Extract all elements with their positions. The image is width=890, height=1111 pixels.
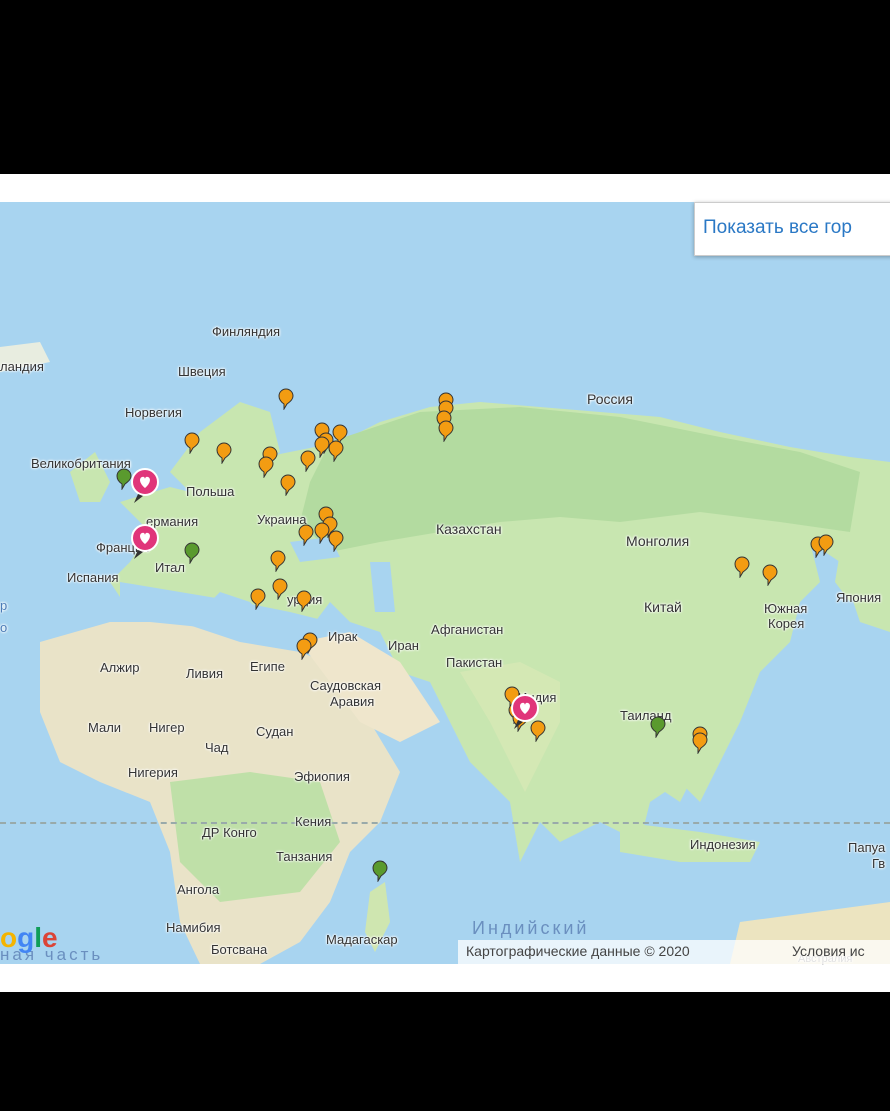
map-landmass — [0, 342, 890, 964]
equator-line — [0, 822, 890, 824]
city-marker[interactable] — [328, 440, 344, 463]
show-all-cities-label: Показать все гор — [703, 217, 852, 238]
city-marker[interactable] — [216, 442, 232, 465]
label-saudi-2: Аравия — [330, 694, 375, 709]
label-indian-ocean: Индийский — [472, 918, 590, 938]
label-mali: Мали — [88, 720, 122, 735]
label-papua-1: Папуа — [848, 840, 886, 855]
show-all-cities-button[interactable]: Показать все гор — [694, 202, 890, 256]
label-niger: Нигер — [149, 720, 185, 735]
label-left-edge-1: р — [0, 598, 8, 613]
label-china: Китай — [644, 599, 682, 615]
label-ethiopia: Эфиопия — [294, 769, 350, 784]
label-drc: ДР Конго — [202, 825, 257, 840]
label-iran: Иран — [388, 638, 419, 653]
city-marker[interactable] — [328, 530, 344, 553]
city-marker[interactable] — [762, 564, 778, 587]
label-japan: Япония — [836, 590, 882, 605]
label-algeria: Алжир — [100, 660, 140, 675]
city-marker[interactable] — [250, 588, 266, 611]
map-footer: Картографические данные © 2020 Условия и… — [458, 940, 890, 964]
label-afghanistan: Афганистан — [431, 622, 504, 637]
city-marker[interactable] — [314, 436, 330, 459]
label-kazakhstan: Казахстан — [436, 521, 502, 537]
label-mongolia: Монголия — [626, 533, 690, 549]
label-italy: Итал — [155, 560, 185, 575]
city-marker-green[interactable] — [184, 542, 200, 565]
label-libya: Ливия — [186, 666, 224, 681]
label-madagascar: Мадагаскар — [326, 932, 398, 947]
label-pakistan: Пакистан — [446, 655, 503, 670]
label-kenya: Кения — [295, 814, 332, 829]
city-marker-green[interactable] — [372, 860, 388, 883]
city-marker[interactable] — [692, 732, 708, 755]
city-marker[interactable] — [734, 556, 750, 579]
google-logo: ogle — [0, 922, 58, 953]
label-papua-2: Гв — [872, 856, 886, 871]
favorite-city-marker[interactable] — [130, 468, 160, 504]
label-poland: Польша — [186, 484, 235, 499]
label-indonesia: Индонезия — [690, 837, 756, 852]
city-marker[interactable] — [298, 524, 314, 547]
label-saudi-1: Саудовская — [310, 678, 382, 693]
city-marker[interactable] — [280, 474, 296, 497]
label-russia: Россия — [587, 391, 633, 407]
city-marker[interactable] — [272, 578, 288, 601]
label-sweden: Швеция — [178, 364, 226, 379]
favorite-city-marker[interactable] — [130, 524, 160, 560]
label-spain: Испания — [67, 570, 119, 585]
label-angola: Ангола — [177, 882, 220, 897]
city-marker[interactable] — [438, 420, 454, 443]
city-marker[interactable] — [184, 432, 200, 455]
label-botswana: Ботсвана — [211, 942, 268, 957]
label-sudan: Судан — [256, 724, 294, 739]
city-marker[interactable] — [258, 456, 274, 479]
label-finland: Финляндия — [212, 324, 281, 339]
city-marker[interactable] — [818, 534, 834, 557]
city-marker[interactable] — [296, 590, 312, 613]
label-norway: Норвегия — [125, 405, 182, 420]
world-map[interactable] — [0, 202, 890, 964]
label-iraq: Ирак — [328, 629, 358, 644]
city-marker[interactable] — [270, 550, 286, 573]
label-south-korea-1: Южная — [764, 601, 808, 616]
city-marker[interactable] — [296, 638, 312, 661]
terms-link[interactable]: Условия ис — [792, 943, 865, 959]
label-nigeria: Нигерия — [128, 765, 178, 780]
label-egypt: Египе — [250, 659, 285, 674]
label-chad: Чад — [205, 740, 229, 755]
label-left-edge-2: о — [0, 620, 8, 635]
label-namibia: Намибия — [166, 920, 221, 935]
label-iceland: ландия — [0, 359, 44, 374]
label-tanzania: Танзания — [276, 849, 333, 864]
city-marker-green[interactable] — [650, 716, 666, 739]
label-south-korea-2: Корея — [768, 616, 805, 631]
map-copyright: Картографические данные © 2020 — [466, 943, 690, 959]
favorite-city-marker[interactable] — [510, 694, 540, 730]
city-marker[interactable] — [278, 388, 294, 411]
